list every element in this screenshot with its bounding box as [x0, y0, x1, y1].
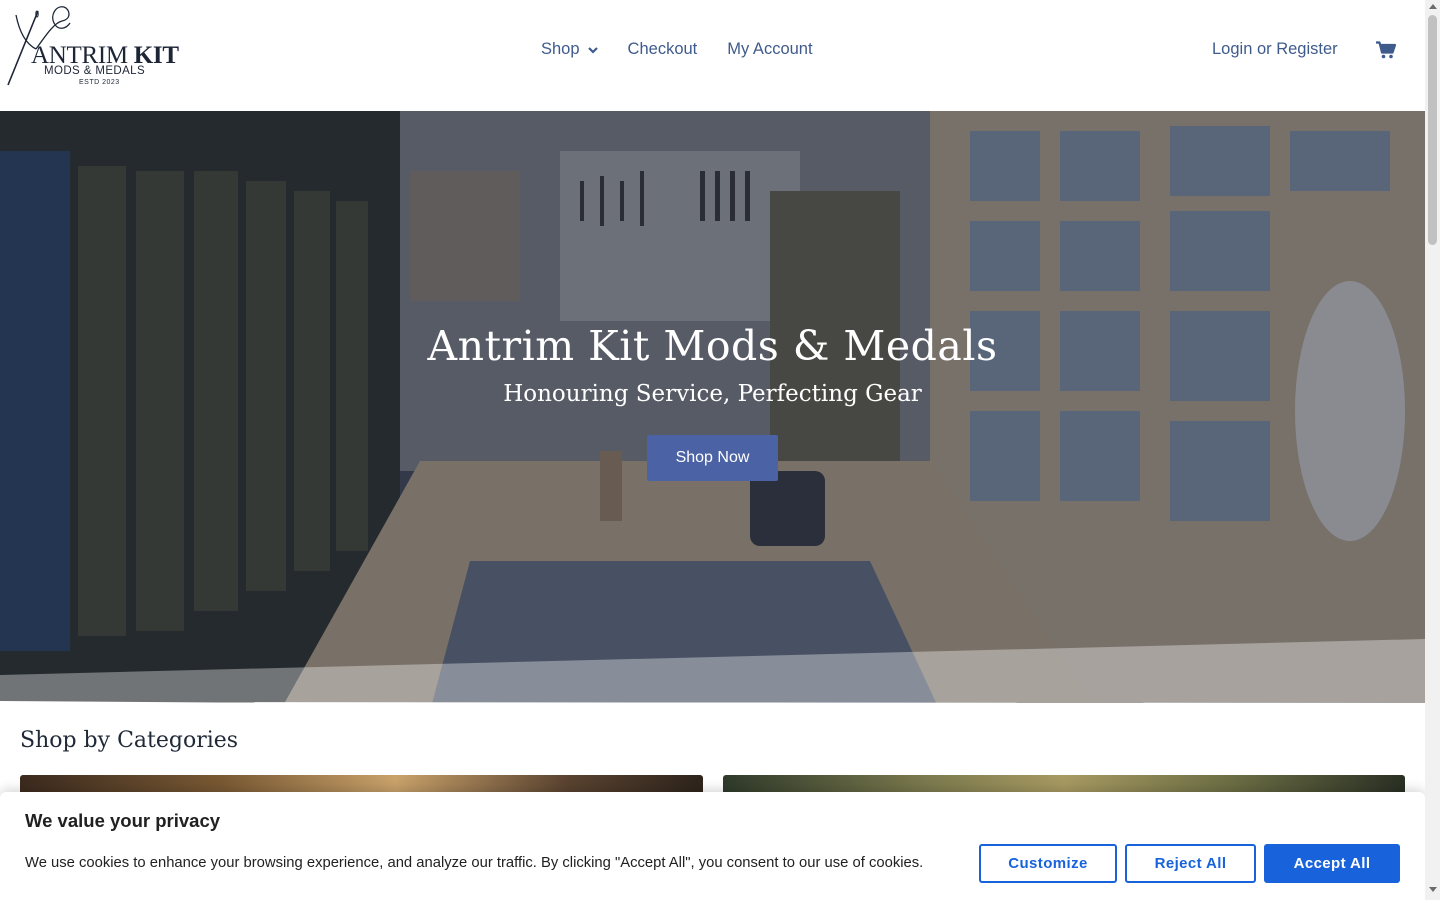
nav-shop-label: Shop [541, 40, 580, 58]
categories-title: Shop by Categories [20, 728, 239, 753]
cookie-title: We value your privacy [25, 810, 221, 831]
scrollbar-thumb[interactable] [1428, 15, 1437, 245]
scroll-up-arrow-icon[interactable] [1429, 4, 1437, 9]
nav-my-account[interactable]: My Account [727, 40, 812, 59]
nav-my-account-label: My Account [727, 40, 813, 58]
login-register-link[interactable]: Login or Register [1212, 40, 1338, 59]
cart-icon[interactable] [1376, 41, 1396, 59]
hero-section: Antrim Kit Mods & Medals Honouring Servi… [0, 111, 1425, 711]
cookie-message: We use cookies to enhance your browsing … [25, 855, 924, 871]
logo-subtitle: MODS & MEDALS [44, 65, 146, 77]
page: ANTRIM KIT MODS & MEDALS ESTD 2023 Shop … [0, 0, 1425, 900]
site-logo[interactable]: ANTRIM KIT MODS & MEDALS ESTD 2023 [6, 5, 179, 89]
nav-checkout[interactable]: Checkout [628, 40, 698, 59]
nav-checkout-label: Checkout [627, 40, 698, 58]
shop-now-button[interactable]: Shop Now [647, 435, 778, 481]
customize-button[interactable]: Customize [979, 844, 1117, 883]
hero-overlay [0, 111, 1425, 711]
hero-subtitle: Honouring Service, Perfecting Gear [503, 381, 922, 407]
logo-established: ESTD 2023 [79, 79, 120, 86]
hero-bottom-divider [0, 639, 1425, 711]
cookie-consent-banner: We value your privacy We use cookies to … [0, 792, 1425, 900]
scroll-down-arrow-icon[interactable] [1429, 887, 1437, 892]
accept-all-button[interactable]: Accept All [1264, 844, 1400, 883]
nav-shop[interactable]: Shop [541, 40, 598, 59]
hero-title: Antrim Kit Mods & Medals [427, 322, 998, 370]
chevron-down-icon [587, 46, 598, 54]
main-nav: Shop Checkout My Account [541, 40, 813, 59]
reject-all-button[interactable]: Reject All [1125, 844, 1256, 883]
site-header: ANTRIM KIT MODS & MEDALS ESTD 2023 Shop … [0, 0, 1425, 111]
